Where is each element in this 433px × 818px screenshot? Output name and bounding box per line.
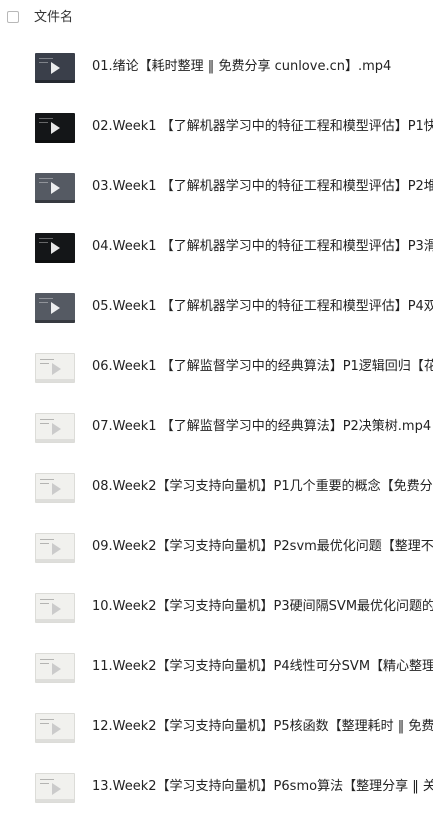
- thumbnail-text-line: [39, 242, 48, 243]
- video-control-bar: [36, 799, 74, 802]
- file-name[interactable]: 03.Week1 【了解机器学习中的特征工程和模型评估】P2堆排: [92, 178, 433, 196]
- play-icon: [51, 62, 60, 74]
- file-name[interactable]: 10.Week2【学习支持向量机】P3硬间隔SVM最优化问题的推: [92, 598, 433, 616]
- video-control-bar: [36, 679, 74, 682]
- play-icon: [52, 783, 61, 795]
- file-row[interactable]: 11.Week2【学习支持向量机】P4线性可分SVM【精心整理 ‖: [0, 638, 433, 698]
- video-control-bar: [36, 619, 74, 622]
- file-row[interactable]: 03.Week1 【了解机器学习中的特征工程和模型评估】P2堆排: [0, 158, 433, 218]
- play-icon: [52, 363, 61, 375]
- video-control-bar: [36, 499, 74, 502]
- play-icon: [52, 723, 61, 735]
- thumbnail-text-line: [39, 178, 53, 179]
- video-thumbnail[interactable]: [35, 233, 75, 263]
- video-thumbnail[interactable]: [35, 713, 75, 743]
- file-row[interactable]: 08.Week2【学习支持向量机】P1几个重要的概念【免费分享: [0, 458, 433, 518]
- thumbnail-text-line: [40, 419, 54, 420]
- file-row[interactable]: 09.Week2【学习支持向量机】P2svm最优化问题【整理不易: [0, 518, 433, 578]
- thumbnail-text-line: [39, 58, 53, 59]
- video-thumbnail[interactable]: [35, 53, 75, 83]
- video-control-bar: [36, 439, 74, 442]
- select-all-checkbox[interactable]: [7, 11, 19, 23]
- file-name[interactable]: 04.Week1 【了解机器学习中的特征工程和模型评估】P3滑动: [92, 238, 433, 256]
- file-row[interactable]: 06.Week1 【了解监督学习中的经典算法】P1逻辑回归【花费: [0, 338, 433, 398]
- filename-column-header[interactable]: 文件名: [34, 9, 73, 27]
- file-name[interactable]: 12.Week2【学习支持向量机】P5核函数【整理耗时 ‖ 免费提: [92, 718, 433, 736]
- file-row[interactable]: 04.Week1 【了解机器学习中的特征工程和模型评估】P3滑动: [0, 218, 433, 278]
- file-list: 01.绪论【耗时整理 ‖ 免费分享 cunlove.cn】.mp4 02.Week…: [0, 38, 433, 818]
- file-name[interactable]: 05.Week1 【了解机器学习中的特征工程和模型评估】P4双指: [92, 298, 433, 316]
- file-name[interactable]: 13.Week2【学习支持向量机】P6smo算法【整理分享 ‖ 关注: [92, 778, 433, 796]
- thumbnail-text-line: [40, 663, 49, 664]
- thumbnail-text-line: [39, 62, 48, 63]
- video-thumbnail[interactable]: [35, 413, 75, 443]
- file-row[interactable]: 07.Week1 【了解监督学习中的经典算法】P2决策树.mp4: [0, 398, 433, 458]
- file-name[interactable]: 01.绪论【耗时整理 ‖ 免费分享 cunlove.cn】.mp4: [92, 58, 433, 76]
- video-thumbnail[interactable]: [35, 473, 75, 503]
- play-icon: [51, 242, 60, 254]
- file-name[interactable]: 08.Week2【学习支持向量机】P1几个重要的概念【免费分享: [92, 478, 433, 496]
- file-name[interactable]: 02.Week1 【了解机器学习中的特征工程和模型评估】P1快速: [92, 118, 433, 136]
- video-control-bar: [35, 260, 75, 263]
- play-icon: [52, 483, 61, 495]
- file-name[interactable]: 07.Week1 【了解监督学习中的经典算法】P2决策树.mp4: [92, 418, 433, 436]
- file-row[interactable]: 02.Week1 【了解机器学习中的特征工程和模型评估】P1快速: [0, 98, 433, 158]
- thumbnail-text-line: [40, 599, 54, 600]
- thumbnail-text-line: [39, 298, 53, 299]
- video-thumbnail[interactable]: [35, 773, 75, 803]
- video-control-bar: [36, 559, 74, 562]
- thumbnail-text-line: [40, 603, 49, 604]
- file-row[interactable]: 13.Week2【学习支持向量机】P6smo算法【整理分享 ‖ 关注: [0, 758, 433, 818]
- video-control-bar: [35, 140, 75, 143]
- thumbnail-text-line: [40, 543, 49, 544]
- play-icon: [51, 182, 60, 194]
- thumbnail-text-line: [40, 483, 49, 484]
- video-control-bar: [35, 80, 75, 83]
- video-control-bar: [36, 379, 74, 382]
- video-control-bar: [35, 320, 75, 323]
- video-thumbnail[interactable]: [35, 653, 75, 683]
- thumbnail-text-line: [40, 659, 54, 660]
- thumbnail-text-line: [40, 779, 54, 780]
- play-icon: [51, 122, 60, 134]
- thumbnail-text-line: [40, 719, 54, 720]
- file-name[interactable]: 09.Week2【学习支持向量机】P2svm最优化问题【整理不易: [92, 538, 433, 556]
- thumbnail-text-line: [39, 182, 48, 183]
- video-thumbnail[interactable]: [35, 113, 75, 143]
- video-thumbnail[interactable]: [35, 593, 75, 623]
- thumbnail-text-line: [39, 302, 48, 303]
- play-icon: [52, 663, 61, 675]
- thumbnail-text-line: [39, 238, 53, 239]
- thumbnail-text-line: [40, 539, 54, 540]
- file-list-header: 文件名: [0, 0, 433, 36]
- file-row[interactable]: 05.Week1 【了解机器学习中的特征工程和模型评估】P4双指: [0, 278, 433, 338]
- thumbnail-text-line: [39, 118, 53, 119]
- file-row[interactable]: 10.Week2【学习支持向量机】P3硬间隔SVM最优化问题的推: [0, 578, 433, 638]
- thumbnail-text-line: [40, 363, 49, 364]
- video-thumbnail[interactable]: [35, 173, 75, 203]
- thumbnail-text-line: [39, 122, 48, 123]
- thumbnail-text-line: [40, 359, 54, 360]
- video-control-bar: [36, 739, 74, 742]
- thumbnail-text-line: [40, 423, 49, 424]
- play-icon: [52, 423, 61, 435]
- file-row[interactable]: 01.绪论【耗时整理 ‖ 免费分享 cunlove.cn】.mp4: [0, 38, 433, 98]
- thumbnail-text-line: [40, 783, 49, 784]
- play-icon: [51, 302, 60, 314]
- video-thumbnail[interactable]: [35, 353, 75, 383]
- thumbnail-text-line: [40, 723, 49, 724]
- thumbnail-text-line: [40, 479, 54, 480]
- file-name[interactable]: 11.Week2【学习支持向量机】P4线性可分SVM【精心整理 ‖: [92, 658, 433, 676]
- play-icon: [52, 543, 61, 555]
- video-thumbnail[interactable]: [35, 293, 75, 323]
- video-control-bar: [35, 200, 75, 203]
- file-name[interactable]: 06.Week1 【了解监督学习中的经典算法】P1逻辑回归【花费: [92, 358, 433, 376]
- file-row[interactable]: 12.Week2【学习支持向量机】P5核函数【整理耗时 ‖ 免费提: [0, 698, 433, 758]
- video-thumbnail[interactable]: [35, 533, 75, 563]
- play-icon: [52, 603, 61, 615]
